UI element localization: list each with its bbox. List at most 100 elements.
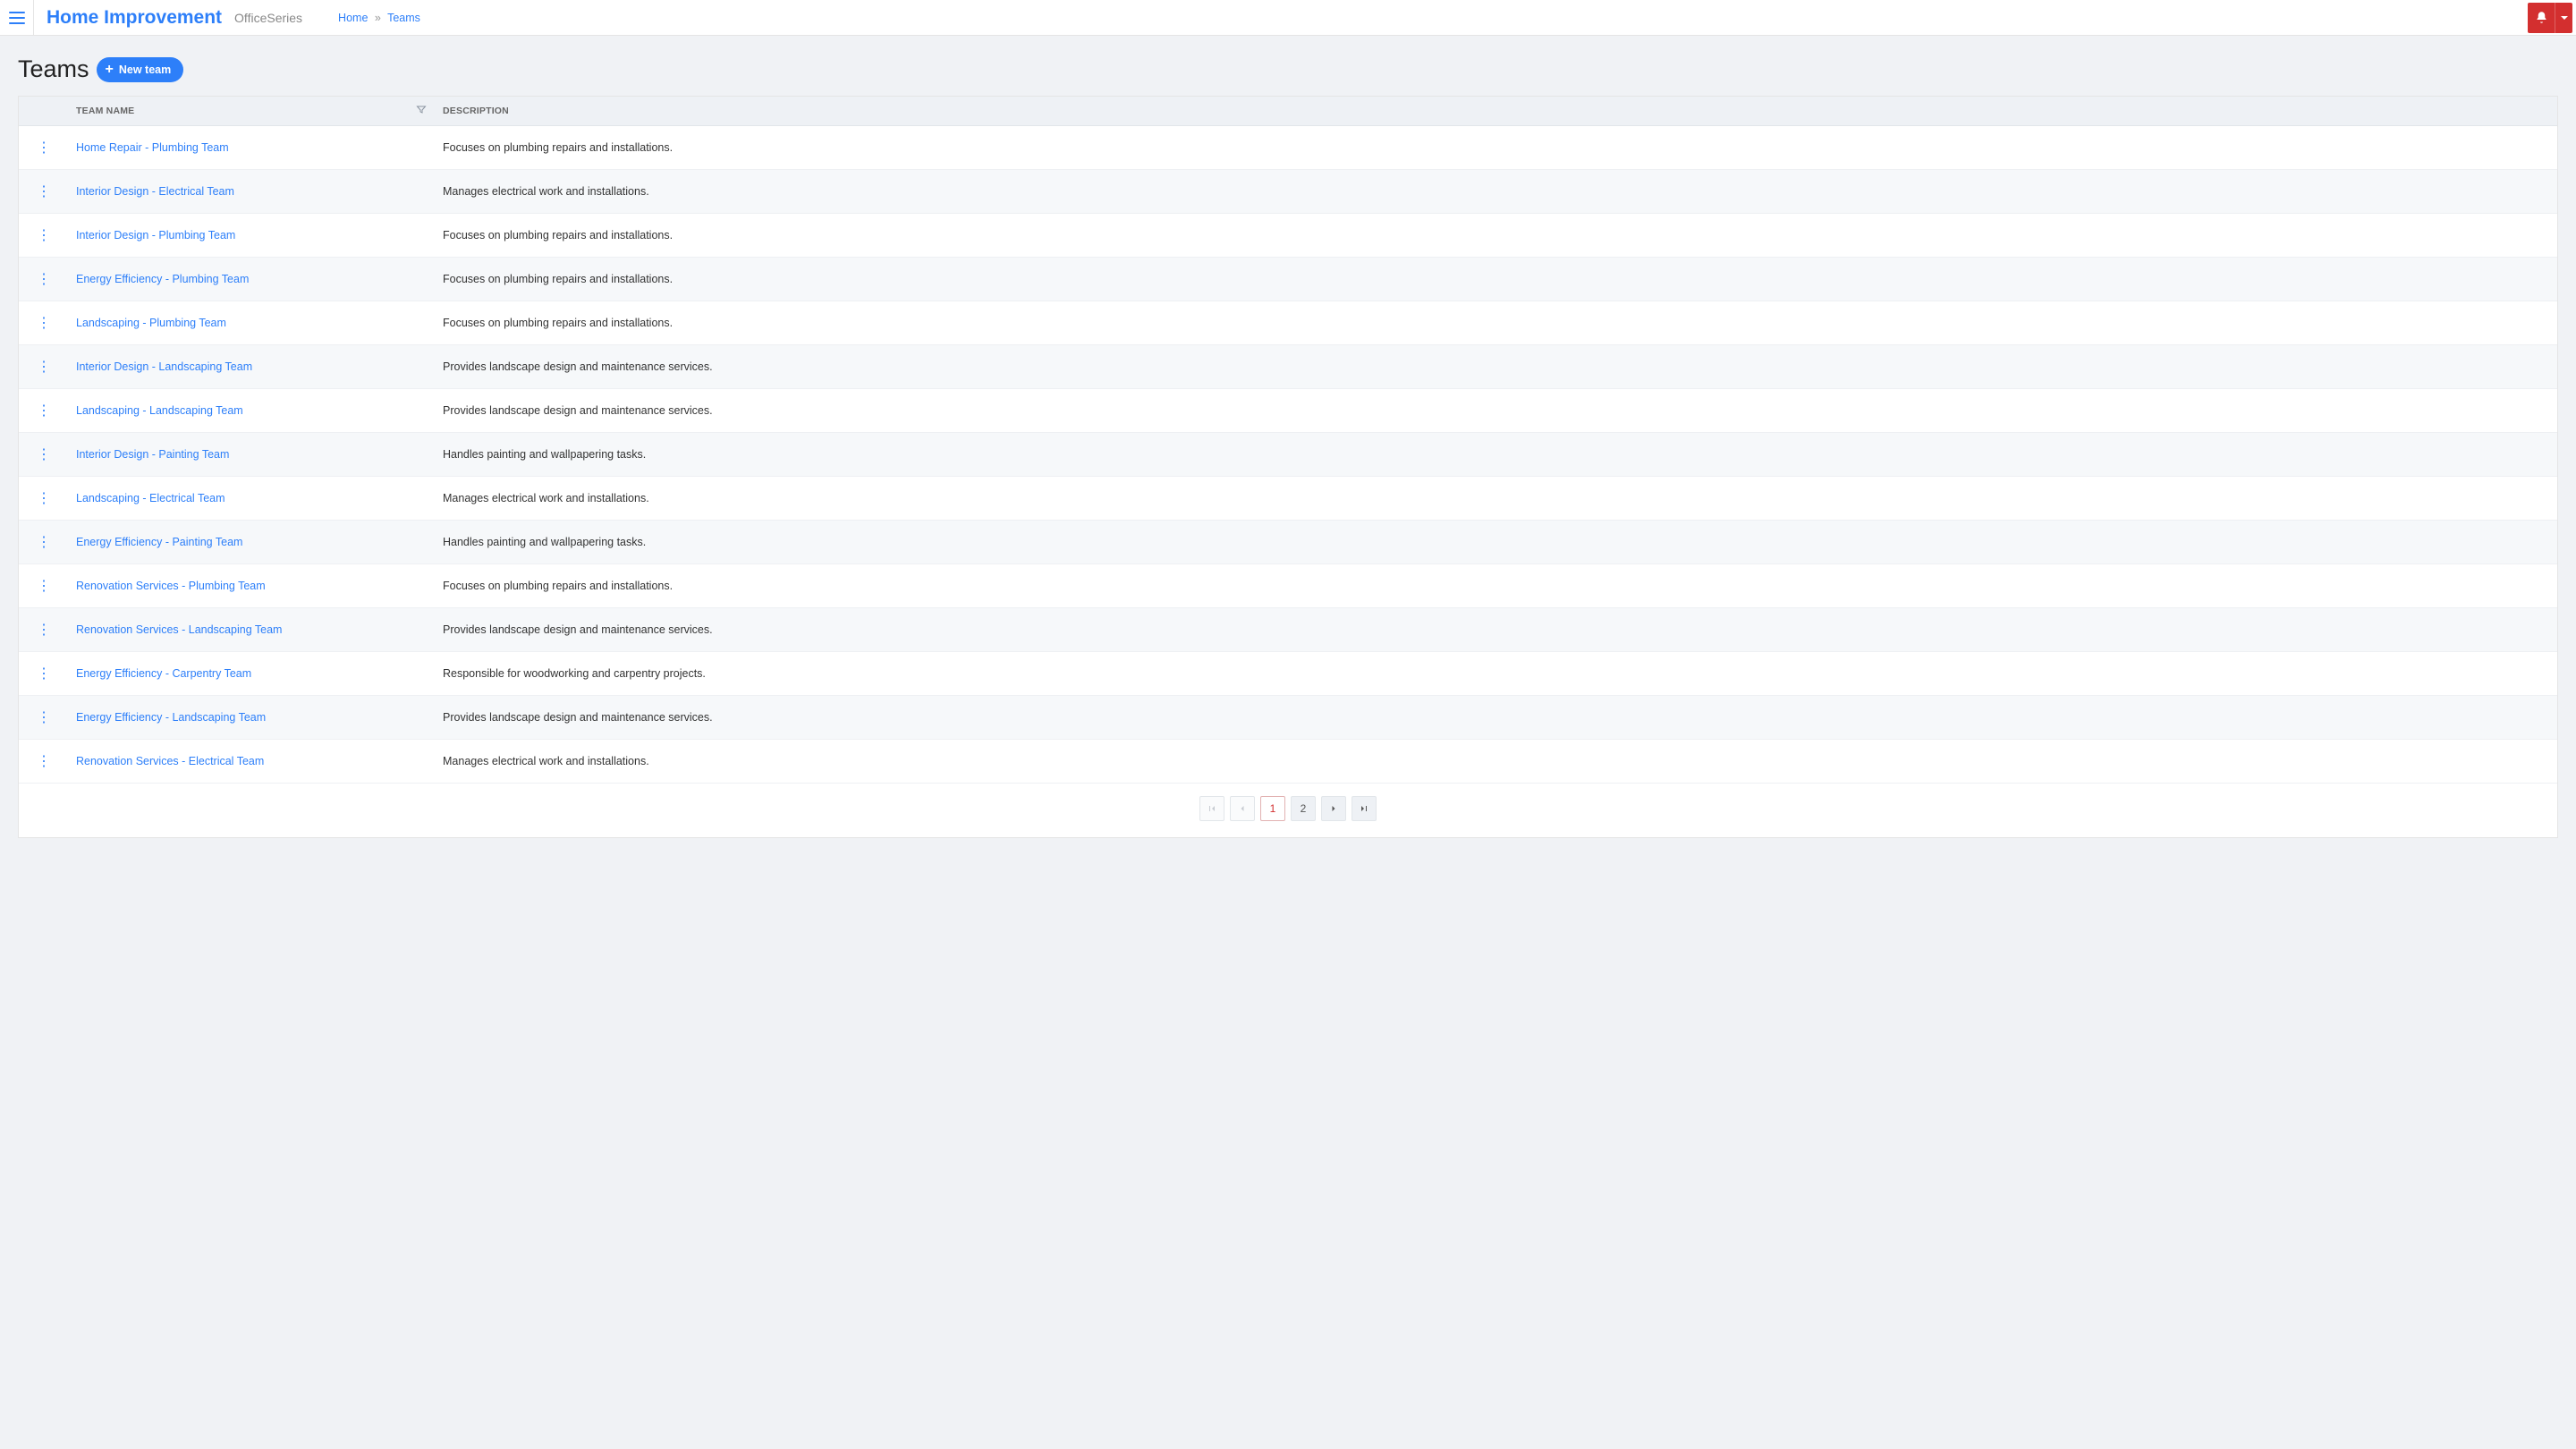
table-row: ⋮Landscaping - Electrical TeamManages el… [19, 477, 2557, 521]
row-menu-button[interactable]: ⋮ [31, 356, 56, 377]
row-name-cell: Energy Efficiency - Plumbing Team [69, 258, 436, 301]
pager-last[interactable] [1352, 796, 1377, 821]
row-menu-button[interactable]: ⋮ [31, 531, 56, 553]
team-link[interactable]: Energy Efficiency - Landscaping Team [76, 711, 266, 724]
breadcrumb-current[interactable]: Teams [387, 12, 420, 24]
pager-page-1[interactable]: 1 [1260, 796, 1285, 821]
team-link[interactable]: Energy Efficiency - Painting Team [76, 536, 242, 548]
row-menu-button[interactable]: ⋮ [31, 312, 56, 334]
row-actions-cell: ⋮ [19, 301, 69, 345]
team-link[interactable]: Home Repair - Plumbing Team [76, 141, 229, 154]
table-row: ⋮Energy Efficiency - Landscaping TeamPro… [19, 696, 2557, 740]
team-link[interactable]: Renovation Services - Landscaping Team [76, 623, 282, 636]
team-link[interactable]: Interior Design - Landscaping Team [76, 360, 252, 373]
row-menu-button[interactable]: ⋮ [31, 619, 56, 640]
filter-icon[interactable] [416, 105, 427, 118]
row-menu-button[interactable]: ⋮ [31, 400, 56, 421]
breadcrumb: Home » Teams [338, 12, 420, 24]
table-row: ⋮ Landscaping - Plumbing Team Focuses on p… [19, 301, 2557, 345]
row-name-cell: Renovation Services - Electrical Team [69, 740, 436, 784]
row-actions-cell: ⋮ [19, 126, 69, 170]
breadcrumb-sep: » [375, 12, 381, 24]
team-link[interactable]: Landscaping - Electrical Team [76, 492, 225, 504]
team-link[interactable]: Renovation Services - Electrical Team [76, 755, 264, 767]
team-link[interactable]: Energy Efficiency - Carpentry Team [76, 667, 251, 680]
row-menu-button[interactable]: ⋮ [31, 487, 56, 509]
hamburger-button[interactable] [0, 0, 34, 36]
col-description-label: Description [443, 106, 509, 116]
row-name-cell: Energy Efficiency - Landscaping Team [69, 696, 436, 740]
row-menu-button[interactable]: ⋮ [31, 750, 56, 772]
teams-table: Team Name Description ⋮ Home Repair - Plu… [19, 97, 2557, 784]
row-menu-button[interactable]: ⋮ [31, 444, 56, 465]
row-name-cell: Landscaping - Plumbing Team [69, 301, 436, 345]
row-description-cell: Focuses on plumbing repairs and installa… [436, 126, 2557, 170]
row-menu-button[interactable]: ⋮ [31, 663, 56, 684]
team-link[interactable]: Landscaping - Plumbing Team [76, 317, 226, 329]
header-dropdown-button[interactable] [2555, 3, 2572, 33]
row-actions-cell: ⋮ [19, 608, 69, 652]
row-actions-cell: ⋮ [19, 477, 69, 521]
table-row: ⋮Interior Design - Landscaping TeamProvi… [19, 345, 2557, 389]
row-actions-cell: ⋮ [19, 389, 69, 433]
row-menu-button[interactable]: ⋮ [31, 137, 56, 158]
brand-title[interactable]: Home Improvement [47, 7, 222, 29]
pager-page-2[interactable]: 2 [1291, 796, 1316, 821]
col-name-header[interactable]: Team Name [69, 97, 436, 126]
row-name-cell: Home Repair - Plumbing Team [69, 126, 436, 170]
new-team-button[interactable]: + New team [97, 57, 184, 82]
row-actions-cell: ⋮ [19, 740, 69, 784]
row-description-cell: Focuses on plumbing repairs and installa… [436, 301, 2557, 345]
caret-down-icon [2560, 13, 2569, 22]
row-menu-button[interactable]: ⋮ [31, 268, 56, 290]
hamburger-icon [9, 12, 25, 24]
table-row: ⋮Interior Design - Electrical TeamManage… [19, 170, 2557, 214]
table-row: ⋮ Landscaping - Landscaping Team Provides … [19, 389, 2557, 433]
row-actions-cell: ⋮ [19, 214, 69, 258]
pager-next[interactable] [1321, 796, 1346, 821]
row-name-cell: Renovation Services - Landscaping Team [69, 608, 436, 652]
row-menu-button[interactable]: ⋮ [31, 225, 56, 246]
row-name-cell: Interior Design - Landscaping Team [69, 345, 436, 389]
team-link[interactable]: Renovation Services - Plumbing Team [76, 580, 266, 592]
row-description-cell: Focuses on plumbing repairs and installa… [436, 258, 2557, 301]
row-description-cell: Focuses on plumbing repairs and installa… [436, 564, 2557, 608]
row-actions-cell: ⋮ [19, 258, 69, 301]
team-link[interactable]: Interior Design - Painting Team [76, 448, 229, 461]
row-actions-cell: ⋮ [19, 170, 69, 214]
table-row: ⋮ Home Repair - Plumbing Team Focuses on p… [19, 126, 2557, 170]
col-name-label: Team Name [76, 106, 134, 116]
table-row: ⋮Interior Design - Painting TeamHandles … [19, 433, 2557, 477]
row-actions-cell: ⋮ [19, 345, 69, 389]
chevron-right-icon [1328, 803, 1339, 814]
team-link[interactable]: Interior Design - Electrical Team [76, 185, 234, 198]
row-menu-button[interactable]: ⋮ [31, 707, 56, 728]
row-actions-cell: ⋮ [19, 521, 69, 564]
team-link[interactable]: Energy Efficiency - Plumbing Team [76, 273, 249, 285]
team-link[interactable]: Landscaping - Landscaping Team [76, 404, 243, 417]
table-row: ⋮ Renovation Services - Plumbing Team Focu… [19, 564, 2557, 608]
pager-prev [1230, 796, 1255, 821]
row-name-cell: Energy Efficiency - Carpentry Team [69, 652, 436, 696]
row-actions-cell: ⋮ [19, 652, 69, 696]
page-title: Teams [18, 55, 89, 83]
pager: 1 2 [19, 784, 2557, 837]
col-description-header[interactable]: Description [436, 97, 2557, 126]
plus-icon: + [106, 63, 114, 77]
table-row: ⋮Energy Efficiency - Painting TeamHandle… [19, 521, 2557, 564]
row-actions-cell: ⋮ [19, 433, 69, 477]
team-link[interactable]: Interior Design - Plumbing Team [76, 229, 235, 242]
notifications-button[interactable] [2528, 3, 2555, 33]
row-name-cell: Interior Design - Plumbing Team [69, 214, 436, 258]
row-description-cell: Provides landscape design and maintenanc… [436, 389, 2557, 433]
brand-subtitle: OfficeSeries [234, 11, 302, 25]
table-row: ⋮Renovation Services - Landscaping TeamP… [19, 608, 2557, 652]
row-menu-button[interactable]: ⋮ [31, 575, 56, 597]
row-name-cell: Interior Design - Painting Team [69, 433, 436, 477]
bell-icon [2535, 11, 2548, 24]
row-description-cell: Manages electrical work and installation… [436, 740, 2557, 784]
row-menu-button[interactable]: ⋮ [31, 181, 56, 202]
breadcrumb-home[interactable]: Home [338, 12, 368, 24]
col-actions-header [19, 97, 69, 126]
table-row: ⋮ Energy Efficiency - Plumbing Team Focuse… [19, 258, 2557, 301]
